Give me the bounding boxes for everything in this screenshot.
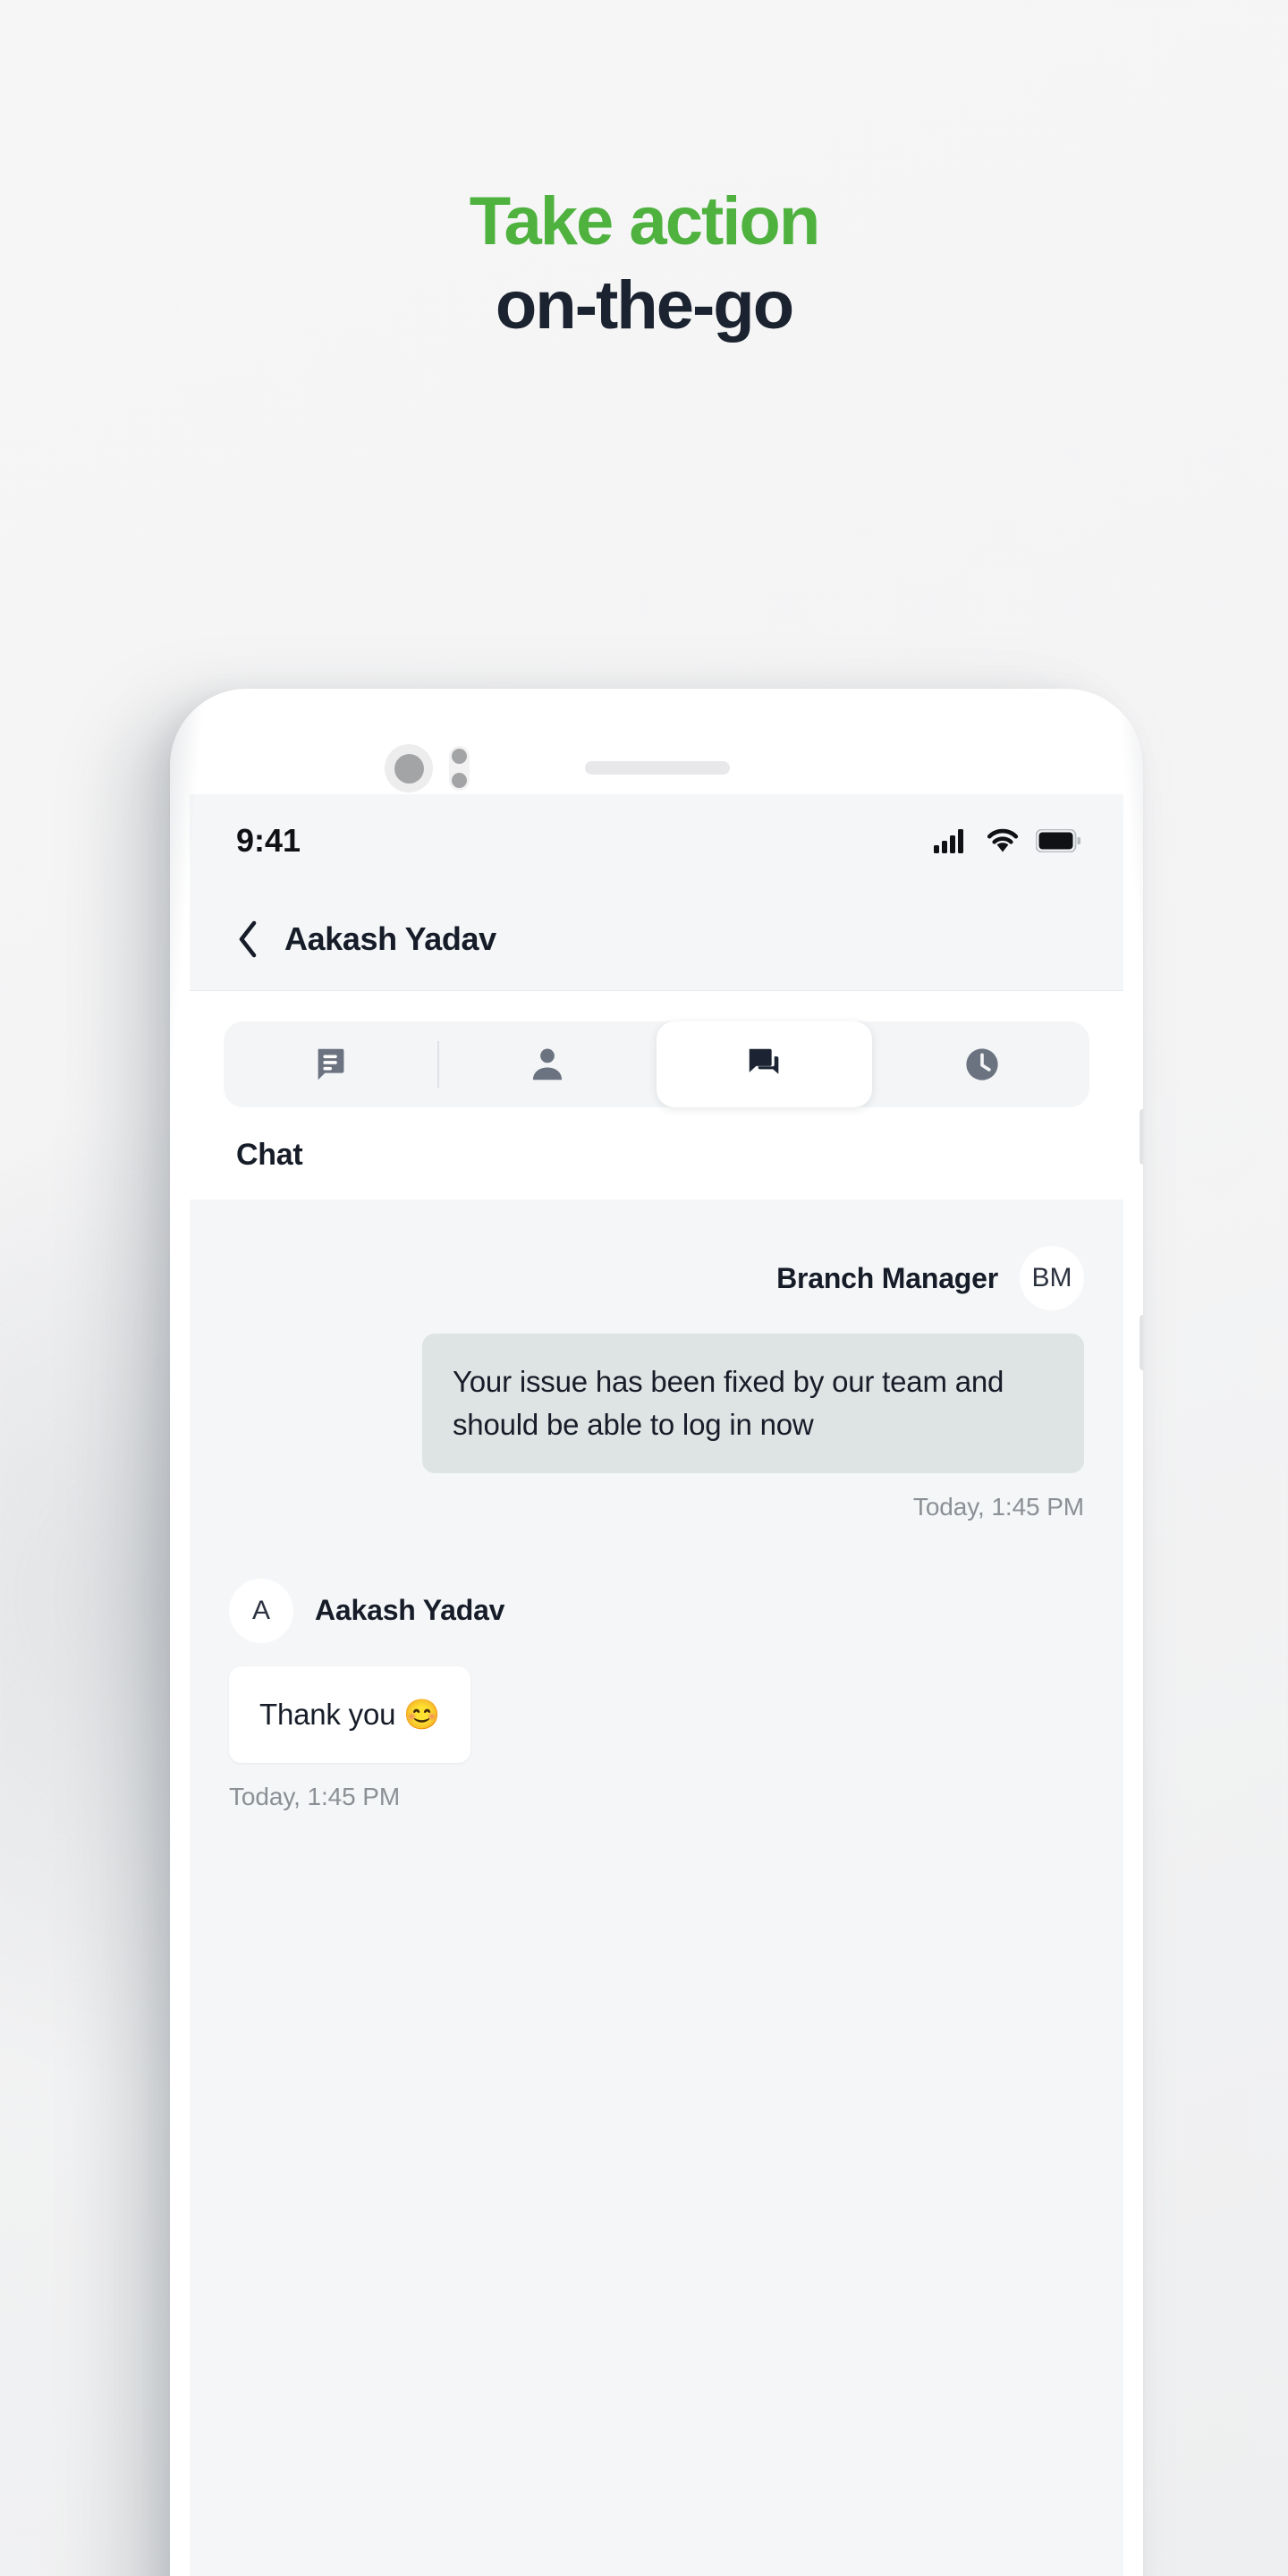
status-bar: 9:41 [190,794,1123,887]
status-icons [934,828,1080,853]
cellular-signal-icon [934,829,963,853]
tab-messages[interactable] [224,1021,439,1107]
phone-mockup: 9:41 Aakash Yadav Chat Branch Manager BM… [170,689,1143,2576]
speaker-grille-icon [585,761,730,775]
avatar: BM [1020,1246,1084,1310]
wifi-icon [987,828,1019,852]
message-sender-name: Branch Manager [776,1261,998,1294]
tabs-card: Chat [190,991,1123,1199]
message-timestamp: Today, 1:45 PM [229,1782,401,1810]
thread-spacer [229,1529,1084,1579]
message-header: Branch Manager BM [229,1246,1084,1310]
person-icon [532,1048,562,1080]
volume-button[interactable] [1140,1109,1143,1165]
phone-frame: 9:41 Aakash Yadav Chat Branch Manager BM… [170,689,1143,2576]
message-header: A Aakash Yadav [229,1578,1084,1643]
status-time: 9:41 [236,822,301,859]
message-group: Branch Manager BM Your issue has been fi… [229,1246,1084,1521]
message-group: A Aakash Yadav Thank you 😊 Today, 1:45 P… [229,1578,1084,1811]
phone-top-bezel [170,689,1143,794]
page-title: Aakash Yadav [284,919,496,957]
message-lines-icon [318,1048,343,1080]
chat-thread: Branch Manager BM Your issue has been fi… [190,1199,1123,2004]
headline-line-1: Take action [469,183,821,259]
nav-bar: Aakash Yadav [190,887,1123,991]
tab-contact[interactable] [439,1021,655,1107]
message-timestamp: Today, 1:45 PM [912,1492,1084,1521]
sensor-dots-icon [449,746,470,791]
tab-history[interactable] [874,1021,1089,1107]
tab-bar [224,1021,1089,1107]
tab-chat[interactable] [657,1021,872,1107]
message-bubble-row: Thank you 😊 [229,1665,1084,1763]
battery-icon [1036,829,1080,852]
phone-screen: 9:41 Aakash Yadav Chat Branch Manager BM… [190,794,1123,2576]
message-bubble[interactable]: Thank you 😊 [229,1665,471,1763]
power-button[interactable] [1140,1315,1143,1370]
message-bubble[interactable]: Your issue has been fixed by our team an… [422,1334,1084,1473]
section-title: Chat [236,1138,303,1172]
forum-bubbles-icon [749,1048,778,1074]
avatar: A [229,1578,293,1643]
hero-headline: Take action on-the-go [0,188,1288,340]
back-chevron-icon[interactable] [236,919,259,959]
message-sender-name: Aakash Yadav [315,1594,505,1627]
headline-line-2: on-the-go [495,267,794,343]
camera-lens-icon [385,744,433,792]
clock-icon [965,1048,998,1080]
message-bubble-row: Your issue has been fixed by our team an… [229,1334,1084,1473]
